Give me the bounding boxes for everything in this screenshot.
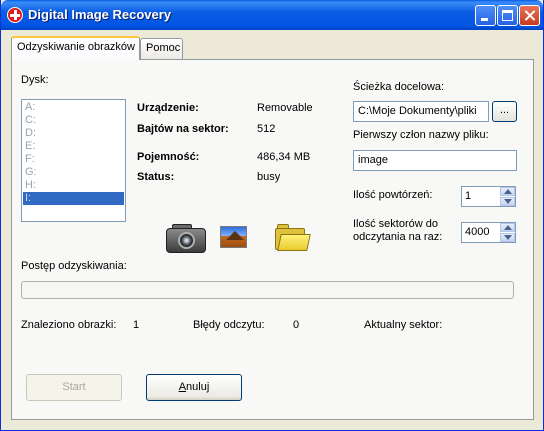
sectors-stepper[interactable]: 4000 (461, 222, 516, 243)
cancel-button[interactable]: Anuluj (146, 374, 242, 401)
status-value: busy (257, 171, 281, 183)
title-bar[interactable]: Digital Image Recovery (1, 0, 543, 30)
sectors-up-button[interactable] (500, 223, 515, 232)
bytes-per-sector-value: 512 (257, 123, 276, 135)
close-button[interactable] (519, 5, 540, 26)
device-value: Removable (257, 102, 313, 114)
start-button[interactable]: Start (26, 374, 122, 401)
red-cross-icon (7, 7, 23, 23)
list-item[interactable]: F: (23, 153, 124, 166)
device-label: Urządzenie: (137, 102, 199, 114)
image-icon (220, 226, 247, 248)
filename-prefix-input[interactable]: image (353, 150, 517, 171)
recovery-progress-bar (21, 281, 514, 299)
list-item[interactable]: E: (23, 140, 124, 153)
bytes-per-sector-label: Bajtów na sektor: (137, 123, 229, 135)
list-item[interactable]: C: (23, 114, 124, 127)
sectors-value: 4000 (465, 226, 490, 238)
target-path-label: Ścieżka docelowa: (353, 81, 445, 93)
found-images-label: Znaleziono obrazki: (21, 319, 117, 331)
cancel-button-mnemonic: A (178, 381, 187, 393)
list-item[interactable]: G: (23, 166, 124, 179)
repeats-label: Ilość powtórzeń: (353, 189, 433, 201)
minimize-icon (481, 18, 488, 21)
maximize-icon (502, 10, 513, 21)
sectors-label-line1: Ilość sektorów do (353, 218, 438, 230)
arrow-down-icon (504, 235, 512, 240)
status-label: Status: (137, 171, 175, 183)
main-window: Digital Image Recovery Odzyskiwanie obra… (0, 0, 544, 431)
target-path-input[interactable]: C:\Moje Dokumenty\pliki (353, 101, 489, 122)
list-item[interactable]: H: (23, 179, 124, 192)
maximize-button[interactable] (497, 5, 518, 26)
sectors-down-button[interactable] (500, 233, 515, 242)
window-title: Digital Image Recovery (28, 7, 172, 22)
current-sector-label: Aktualny sektor: (364, 319, 443, 331)
repeats-value: 1 (465, 190, 472, 202)
read-errors-label: Błędy odczytu: (193, 319, 265, 331)
list-item[interactable]: D: (23, 127, 124, 140)
tab-help[interactable]: Pomoc (140, 38, 183, 59)
camera-lens (178, 232, 195, 249)
repeats-stepper[interactable]: 1 (461, 186, 516, 207)
found-images-value: 1 (133, 319, 140, 331)
read-errors-value: 0 (293, 319, 300, 331)
arrow-down-icon (504, 199, 512, 204)
progress-label: Postęp odzyskiwania: (21, 260, 127, 272)
list-item[interactable]: A: (23, 101, 124, 114)
tab-recovery[interactable]: Odzyskiwanie obrazków (11, 36, 140, 60)
disk-label: Dysk: (21, 74, 49, 86)
repeats-down-button[interactable] (500, 197, 515, 206)
repeats-up-button[interactable] (500, 187, 515, 196)
folder-front (277, 234, 311, 251)
arrow-up-icon (504, 189, 512, 194)
camera-icon (166, 222, 208, 255)
close-icon (520, 6, 539, 25)
drive-list[interactable]: A: C: D: E: F: G: H: I: (21, 99, 126, 222)
minimize-button[interactable] (475, 5, 496, 26)
capacity-value: 486,34 MB (257, 151, 311, 163)
cancel-button-label: nuluj (186, 381, 210, 393)
browse-button[interactable]: ... (492, 101, 517, 122)
list-item-selected[interactable]: I: (23, 192, 124, 205)
arrow-up-icon (504, 225, 512, 230)
sectors-label-line2: odczytania na raz: (353, 231, 443, 243)
capacity-label: Pojemność: (137, 151, 200, 163)
filename-prefix-label: Pierwszy człon nazwy pliku: (353, 129, 489, 141)
folder-icon (275, 224, 311, 252)
